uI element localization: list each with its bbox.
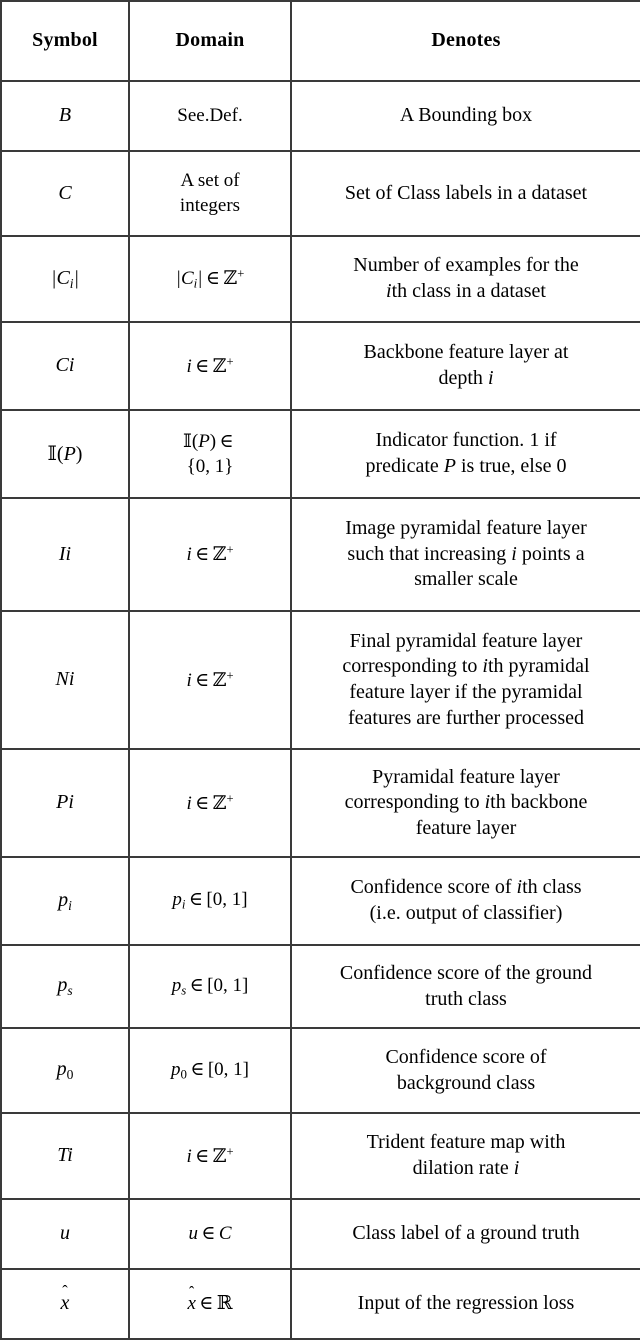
blackboard-i-glyph: 𝕀	[47, 440, 57, 465]
cell-symbol: u	[0, 1198, 130, 1270]
column-header-denotes: Denotes	[290, 0, 640, 82]
cell-domain: u ∈ C	[128, 1198, 292, 1270]
cell-domain: p0 ∈ [0, 1]	[128, 1027, 292, 1114]
hat-accent-icon: ˆ	[62, 1282, 68, 1302]
table-row: C A set of integers Set of Class labels …	[0, 150, 640, 237]
cell-domain: i ∈ ℤ+	[128, 748, 292, 858]
cell-symbol: Ti	[0, 1112, 130, 1200]
table-row: Ii i ∈ ℤ+ Image pyramidal feature layer su…	[0, 497, 640, 612]
cell-denotes: Class label of a ground truth	[290, 1198, 640, 1270]
cell-domain: See.Def.	[128, 80, 292, 152]
cell-domain: A set of integers	[128, 150, 292, 237]
column-header-domain: Domain	[128, 0, 292, 82]
table-row: Ti i ∈ ℤ+ Trident feature map with dilatio…	[0, 1112, 640, 1200]
cell-denotes: Confidence score of background class	[290, 1027, 640, 1114]
column-header-symbol: Symbol	[0, 0, 130, 82]
blackboard-r-glyph: ℝ	[216, 1292, 233, 1315]
notation-table: Symbol Domain Denotes B See.Def. A Bound…	[0, 0, 640, 1340]
cell-domain: pi ∈ [0, 1]	[128, 856, 292, 946]
cell-domain: |Ci| ∈ ℤ+	[128, 235, 292, 323]
table-row: pi pi ∈ [0, 1] Confidence score of ith cla…	[0, 856, 640, 946]
cell-symbol: |Ci|	[0, 235, 130, 323]
cell-denotes: Confidence score of the ground truth cla…	[290, 944, 640, 1029]
cell-symbol: Ni	[0, 610, 130, 750]
cell-denotes: Set of Class labels in a dataset	[290, 150, 640, 237]
cell-domain: ps ∈ [0, 1]	[128, 944, 292, 1029]
blackboard-z-glyph: ℤ	[223, 267, 238, 290]
table-row: B See.Def. A Bounding box	[0, 80, 640, 152]
table-row: ps ps ∈ [0, 1] Confidence score of the gro…	[0, 944, 640, 1029]
table-row: Ni i ∈ ℤ+ Final pyramidal feature layer co…	[0, 610, 640, 750]
cell-domain: i ∈ ℤ+	[128, 321, 292, 411]
cell-symbol: p0	[0, 1027, 130, 1114]
cell-denotes: Image pyramidal feature layer such that …	[290, 497, 640, 612]
table-row: p0 p0 ∈ [0, 1] Confidence score of backgro…	[0, 1027, 640, 1114]
cell-symbol: xˆ	[0, 1268, 130, 1340]
cell-denotes: Backbone feature layer at depth i	[290, 321, 640, 411]
cell-domain: i ∈ ℤ+	[128, 610, 292, 750]
cell-denotes: Input of the regression loss	[290, 1268, 640, 1340]
table-row: |Ci| |Ci| ∈ ℤ+ Number of examples for the …	[0, 235, 640, 323]
table-row: 𝕀(P) 𝕀(P) ∈ {0, 1} Indicator function. 1 …	[0, 409, 640, 499]
cell-domain: 𝕀(P) ∈ {0, 1}	[128, 409, 292, 499]
cell-symbol: Ii	[0, 497, 130, 612]
cell-symbol: 𝕀(P)	[0, 409, 130, 499]
cell-symbol: Ci	[0, 321, 130, 411]
header-row: Symbol Domain Denotes	[0, 0, 640, 82]
cell-symbol: ps	[0, 944, 130, 1029]
table-body: B See.Def. A Bounding box C A set of int…	[0, 80, 640, 1340]
cell-symbol: Pi	[0, 748, 130, 858]
cell-denotes: Indicator function. 1 if predicate P is …	[290, 409, 640, 499]
table-row: u u ∈ C Class label of a ground truth	[0, 1198, 640, 1270]
cell-domain: i ∈ ℤ+	[128, 497, 292, 612]
cell-domain: i ∈ ℤ+	[128, 1112, 292, 1200]
table-header: Symbol Domain Denotes	[0, 0, 640, 82]
table-row: Pi i ∈ ℤ+ Pyramidal feature layer correspo…	[0, 748, 640, 858]
cell-denotes: A Bounding box	[290, 80, 640, 152]
cell-domain: x ˆ ∈ ℝ	[128, 1268, 292, 1340]
cell-denotes: Pyramidal feature layer corresponding to…	[290, 748, 640, 858]
x-hat-symbol: xˆ	[60, 1282, 70, 1315]
cell-denotes: Confidence score of ith class (i.e. outp…	[290, 856, 640, 946]
element-of-glyph: ∈	[205, 268, 220, 290]
cell-denotes: Final pyramidal feature layer correspond…	[290, 610, 640, 750]
table-row: Ci i ∈ ℤ+ Backbone feature layer at depth …	[0, 321, 640, 411]
cell-symbol: C	[0, 150, 130, 237]
cell-denotes: Number of examples for the ith class in …	[290, 235, 640, 323]
cell-symbol: B	[0, 80, 130, 152]
cell-denotes: Trident feature map with dilation rate i	[290, 1112, 640, 1200]
table-row: xˆ x ˆ ∈ ℝ Input of the regression loss	[0, 1268, 640, 1340]
cell-symbol: pi	[0, 856, 130, 946]
